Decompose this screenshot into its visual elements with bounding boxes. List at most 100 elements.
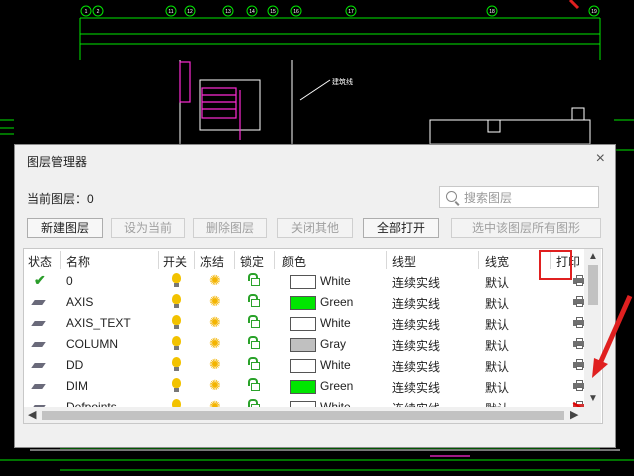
scroll-left-icon[interactable]: ◀: [28, 408, 36, 421]
lightbulb-icon[interactable]: [172, 378, 181, 392]
axis-label: 15: [270, 9, 276, 15]
layer-name[interactable]: DD: [66, 358, 83, 372]
column-header-on[interactable]: 开关: [163, 253, 187, 270]
axis-label: 16: [293, 9, 299, 15]
linetype[interactable]: 连续实线: [392, 295, 440, 312]
axis-label: 12: [187, 9, 193, 15]
scroll-corner: [584, 407, 601, 423]
horizontal-scrollbar[interactable]: ◀ ▶: [24, 407, 584, 423]
axis-label: 13: [225, 9, 231, 15]
table-header: 状态 名称 开关 冻结 锁定 颜色 线型 线宽 打印: [24, 249, 584, 271]
pencil-icon[interactable]: [31, 300, 46, 305]
table-row[interactable]: DIM ✺ Green 连续实线 默认: [24, 376, 586, 397]
search-box[interactable]: [439, 186, 599, 208]
linetype[interactable]: 连续实线: [392, 274, 440, 291]
lineweight[interactable]: 默认: [485, 379, 509, 396]
lineweight[interactable]: 默认: [485, 316, 509, 333]
layer-name[interactable]: DIM: [66, 379, 88, 393]
column-header-lineweight[interactable]: 线宽: [485, 253, 509, 270]
table-row[interactable]: AXIS ✺ Green 连续实线 默认: [24, 292, 586, 313]
lightbulb-icon[interactable]: [172, 315, 181, 329]
open-all-button[interactable]: 全部打开: [363, 218, 439, 238]
lightbulb-icon[interactable]: [172, 273, 181, 287]
set-current-button[interactable]: 设为当前: [111, 218, 185, 238]
color-swatch[interactable]: [290, 275, 316, 289]
sun-icon[interactable]: ✺: [209, 377, 221, 394]
current-layer-value: 0: [87, 192, 94, 206]
unlock-icon[interactable]: [248, 378, 260, 391]
lineweight[interactable]: 默认: [485, 358, 509, 375]
unlock-icon[interactable]: [248, 336, 260, 349]
pencil-icon[interactable]: [31, 384, 46, 389]
table-row[interactable]: DD ✺ White 连续实线 默认: [24, 355, 586, 376]
search-input[interactable]: [462, 189, 596, 207]
axis-label: 1: [85, 9, 88, 15]
color-swatch[interactable]: [290, 359, 316, 373]
layer-name[interactable]: AXIS: [66, 295, 93, 309]
color-swatch[interactable]: [290, 296, 316, 310]
column-header-name[interactable]: 名称: [66, 253, 90, 270]
pencil-icon[interactable]: [31, 363, 46, 368]
axis-label: 14: [249, 9, 255, 15]
sun-icon[interactable]: ✺: [209, 272, 221, 289]
color-swatch[interactable]: [290, 380, 316, 394]
layer-name[interactable]: 0: [66, 274, 73, 288]
new-layer-button[interactable]: 新建图层: [27, 218, 103, 238]
close-others-button[interactable]: 关闭其他: [277, 218, 353, 238]
unlock-icon[interactable]: [248, 357, 260, 370]
column-header-color[interactable]: 颜色: [282, 253, 306, 270]
unlock-icon[interactable]: [248, 315, 260, 328]
unlock-icon[interactable]: [248, 294, 260, 307]
lightbulb-icon[interactable]: [172, 294, 181, 308]
scroll-up-icon[interactable]: ▲: [588, 251, 598, 262]
delete-layer-button[interactable]: 删除图层: [193, 218, 267, 238]
column-header-status[interactable]: 状态: [28, 253, 52, 270]
linetype[interactable]: 连续实线: [392, 337, 440, 354]
column-header-freeze[interactable]: 冻结: [200, 253, 224, 270]
layer-manager-dialog: 图层管理器 × 当前图层：0 新建图层 设为当前 删除图层 关闭其他 全部打开 …: [14, 144, 616, 448]
horizontal-scroll-thumb[interactable]: [42, 411, 564, 420]
linetype[interactable]: 连续实线: [392, 358, 440, 375]
select-layer-objects-button[interactable]: 选中该图层所有图形: [451, 218, 601, 238]
dialog-title: 图层管理器: [27, 155, 88, 169]
axis-label: 18: [489, 9, 495, 15]
current-layer-check-icon[interactable]: ✔: [34, 272, 46, 289]
linetype[interactable]: 连续实线: [392, 316, 440, 333]
color-name[interactable]: White: [320, 274, 351, 288]
axis-label: 2: [97, 9, 100, 15]
sun-icon[interactable]: ✺: [209, 314, 221, 331]
pencil-icon[interactable]: [31, 342, 46, 347]
scroll-right-icon[interactable]: ▶: [570, 408, 578, 421]
unlock-icon[interactable]: [248, 273, 260, 286]
sun-icon[interactable]: ✺: [209, 293, 221, 310]
lightbulb-icon[interactable]: [172, 357, 181, 371]
column-header-linetype[interactable]: 线型: [392, 253, 416, 270]
color-name[interactable]: Green: [320, 295, 353, 309]
lineweight[interactable]: 默认: [485, 295, 509, 312]
column-header-lock[interactable]: 锁定: [240, 253, 264, 270]
lightbulb-icon[interactable]: [172, 336, 181, 350]
lineweight[interactable]: 默认: [485, 337, 509, 354]
color-name[interactable]: White: [320, 316, 351, 330]
lineweight[interactable]: 默认: [485, 274, 509, 291]
scroll-down-icon[interactable]: ▼: [588, 393, 598, 404]
table-row[interactable]: ✔ 0 ✺ White 连续实线 默认: [24, 271, 586, 292]
color-name[interactable]: Gray: [320, 337, 346, 351]
sun-icon[interactable]: ✺: [209, 356, 221, 373]
color-swatch[interactable]: [290, 317, 316, 331]
current-layer-indicator: 当前图层：0: [27, 190, 94, 207]
table-row[interactable]: AXIS_TEXT ✺ White 连续实线 默认: [24, 313, 586, 334]
table-row[interactable]: COLUMN ✺ Gray 连续实线 默认: [24, 334, 586, 355]
sun-icon[interactable]: ✺: [209, 335, 221, 352]
color-name[interactable]: White: [320, 358, 351, 372]
pencil-icon[interactable]: [31, 321, 46, 326]
close-button[interactable]: ×: [596, 151, 605, 167]
current-layer-label: 当前图层：: [27, 192, 88, 206]
color-swatch[interactable]: [290, 338, 316, 352]
color-name[interactable]: Green: [320, 379, 353, 393]
axis-label: 19: [591, 9, 597, 15]
highlight-box: [539, 250, 572, 280]
layer-name[interactable]: COLUMN: [66, 337, 118, 351]
layer-name[interactable]: AXIS_TEXT: [66, 316, 131, 330]
linetype[interactable]: 连续实线: [392, 379, 440, 396]
